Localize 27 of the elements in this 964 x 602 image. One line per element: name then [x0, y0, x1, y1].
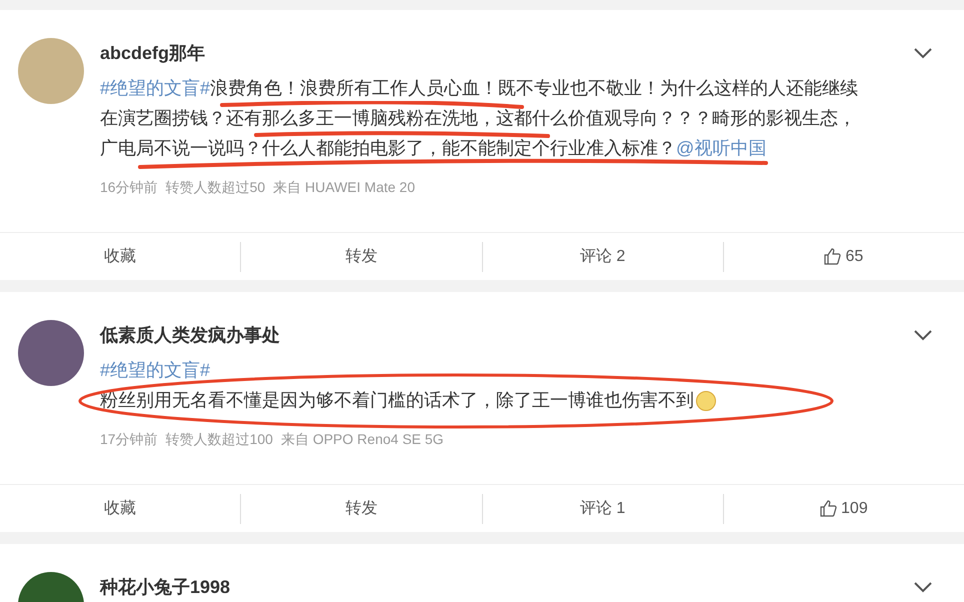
- comment-button[interactable]: 评论 1: [482, 485, 723, 532]
- chevron-down-icon[interactable]: [914, 48, 932, 59]
- username[interactable]: abcdefg那年: [100, 40, 206, 67]
- repost-stats: 转赞人数超过50: [166, 178, 266, 197]
- thumbs-up-icon: [824, 248, 842, 265]
- repost-stats: 转赞人数超过100: [166, 430, 273, 449]
- like-button[interactable]: 109: [724, 485, 964, 532]
- chevron-down-icon[interactable]: [914, 330, 932, 341]
- repost-button[interactable]: 转发: [241, 485, 482, 532]
- repost-button[interactable]: 转发: [241, 233, 482, 280]
- post-text: 粉丝别用无名看不懂是因为够不着门槛的话术了，除了王一博谁也伤害不到: [100, 390, 694, 410]
- hashtag-link[interactable]: #绝望的文盲#: [100, 78, 210, 98]
- comment-button[interactable]: 评论 2: [482, 233, 723, 280]
- mention-link[interactable]: @视听中国: [676, 138, 766, 158]
- hashtag-link[interactable]: #绝望的文盲#: [100, 360, 210, 380]
- post-text: #绝望的文盲#浪费角色！浪费所有工作人员心血！既不专业也不敬业！为什么这样的人还能继续在演艺圈捞钱？还有那么多王一博脑残粉在洗地，这都什么价值观导向？？？畸形的影视生态，广电局不说一说吗？什么人都能拍电影了，能不能制定个行业准入标准？@视听中国: [100, 78, 858, 158]
- favorite-button[interactable]: 收藏: [0, 233, 240, 280]
- chevron-down-icon[interactable]: [914, 582, 932, 593]
- thumbs-up-icon: [820, 500, 838, 517]
- post-time: 16分钟前: [100, 178, 158, 197]
- like-button[interactable]: 65: [724, 233, 964, 280]
- post-source: 来自 OPPO Reno4 SE 5G: [280, 430, 444, 449]
- post-source: 来自 HUAWEI Mate 20: [273, 178, 416, 197]
- post-time: 17分钟前: [100, 430, 158, 449]
- username[interactable]: 种花小兔子1998: [100, 574, 230, 601]
- username[interactable]: 低素质人类发疯办事处: [100, 322, 280, 349]
- favorite-button[interactable]: 收藏: [0, 485, 240, 532]
